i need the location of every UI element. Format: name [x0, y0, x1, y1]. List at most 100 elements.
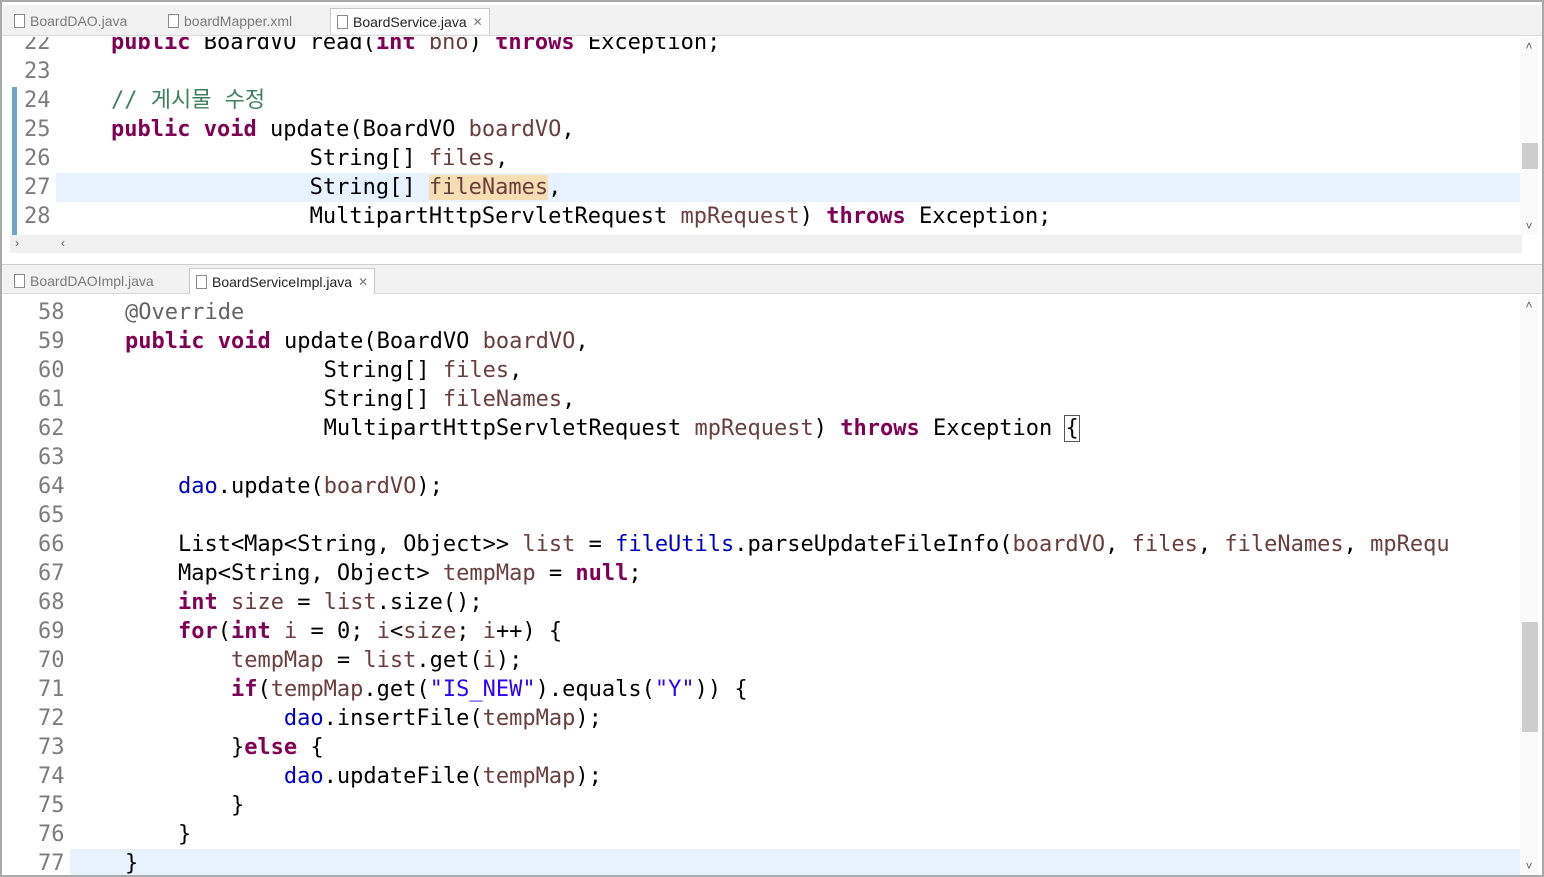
code-line[interactable]: 64 dao.update(boardVO);	[10, 472, 1522, 501]
code-text: MultipartHttpServletRequest mpRequest) t…	[58, 202, 1052, 231]
code-token: fileNames	[442, 387, 563, 412]
code-token: = 0;	[297, 619, 377, 644]
code-token: String[]	[58, 175, 429, 200]
code-text: String[] files,	[72, 356, 523, 385]
code-line[interactable]: 76 }	[10, 820, 1522, 849]
java-file-icon	[14, 14, 25, 28]
scroll-up-icon[interactable]: ˄	[1520, 298, 1538, 312]
code-line[interactable]: 74 dao.updateFile(tempMap);	[10, 762, 1522, 791]
code-line[interactable]: 77 }	[10, 849, 1522, 875]
code-line[interactable]: 68 int size = list.size();	[10, 588, 1522, 617]
code-line[interactable]: 58 @Override	[10, 298, 1522, 327]
line-number: 23	[24, 59, 51, 84]
code-text: int size = list.size();	[72, 588, 483, 617]
code-line[interactable]: 65	[10, 501, 1522, 530]
code-line[interactable]: 69 for(int i = 0; i<size; i++) {	[10, 617, 1522, 646]
top-horizontal-scrollbar[interactable]: ‹ ›	[10, 235, 1522, 253]
code-token: list	[363, 648, 417, 673]
line-number: 70	[38, 648, 65, 673]
close-icon[interactable]: ✕	[358, 275, 368, 289]
board-service-editor[interactable]: 22 public BoardVO read(int bno) throws E…	[10, 37, 1522, 235]
code-line[interactable]: 75 }	[10, 791, 1522, 820]
close-icon[interactable]: ✕	[473, 15, 483, 29]
scroll-thumb[interactable]	[1522, 143, 1538, 169]
code-line[interactable]: 25 public void update(BoardVO boardVO,	[10, 115, 1522, 144]
line-number: 24	[24, 88, 51, 113]
editor-tab[interactable]: BoardService.java ✕	[330, 8, 490, 34]
code-line[interactable]: 60 String[] files,	[10, 356, 1522, 385]
code-token: throws	[495, 37, 575, 55]
code-line[interactable]: 27 String[] fileNames,	[10, 173, 1522, 202]
code-line[interactable]: 67 Map<String, Object> tempMap = null;	[10, 559, 1522, 588]
code-token: MultipartHttpServletRequest	[72, 416, 695, 441]
scroll-up-icon[interactable]: ˄	[1520, 39, 1538, 53]
code-line[interactable]: 23	[10, 57, 1522, 86]
code-line[interactable]: 26 String[] files,	[10, 144, 1522, 173]
code-token: Exception	[919, 416, 1066, 441]
code-token: boardVO	[482, 329, 576, 354]
scroll-right-icon[interactable]: ›	[10, 236, 24, 250]
code-token: public	[110, 117, 191, 142]
code-line[interactable]: 24 // 게시물 수정	[10, 86, 1522, 115]
code-line[interactable]: 66 List<Map<String, Object>> list = file…	[10, 530, 1522, 559]
code-line[interactable]: 28 MultipartHttpServletRequest mpRequest…	[10, 202, 1522, 231]
code-line[interactable]: 59 public void update(BoardVO boardVO,	[10, 327, 1522, 356]
line-number: 73	[38, 735, 65, 760]
tab-label: BoardDAOImpl.java	[30, 273, 154, 289]
code-token: ;	[456, 619, 483, 644]
code-line[interactable]: 73 }else {	[10, 733, 1522, 762]
code-token: if	[230, 677, 258, 702]
top-vertical-scrollbar[interactable]: ˄ ˅	[1520, 37, 1538, 235]
scroll-thumb[interactable]	[1522, 622, 1538, 732]
code-text: for(int i = 0; i<size; i++) {	[72, 617, 562, 646]
code-text: // 게시물 수정	[58, 86, 265, 115]
code-line[interactable]: 62 MultipartHttpServletRequest mpRequest…	[10, 414, 1522, 443]
scroll-down-icon[interactable]: ˅	[1520, 859, 1538, 873]
code-token: dao	[283, 764, 324, 789]
code-token: bno	[428, 37, 469, 55]
line-number: 69	[38, 619, 65, 644]
code-line[interactable]: 70 tempMap = list.get(i);	[10, 646, 1522, 675]
code-text: }	[72, 849, 138, 875]
scroll-left-icon[interactable]: ‹	[56, 236, 70, 250]
editor-tab[interactable]: BoardServiceImpl.java ✕	[189, 268, 376, 294]
code-line[interactable]: 61 String[] fileNames,	[10, 385, 1522, 414]
code-token: "IS_NEW"	[429, 677, 536, 702]
code-token: )) {	[694, 677, 748, 702]
code-token: )	[799, 204, 827, 229]
editor-tab[interactable]: BoardDAOImpl.java	[8, 268, 160, 294]
code-token: int	[177, 590, 218, 615]
editor-tab[interactable]: BoardDAO.java	[8, 8, 133, 34]
scroll-down-icon[interactable]: ˅	[1520, 219, 1538, 233]
code-text: }	[72, 791, 244, 820]
code-token: tempMap	[270, 677, 364, 702]
code-token: {	[1064, 415, 1080, 442]
code-token: mpRequest	[694, 416, 814, 441]
code-token: // 게시물 수정	[110, 88, 266, 113]
code-token: );	[575, 706, 602, 731]
line-number: 68	[38, 590, 65, 615]
top-editor-tab-bar: BoardDAO.java boardMapper.xml BoardService…	[2, 5, 1542, 36]
line-number: 63	[38, 445, 65, 470]
code-token: ,	[1343, 532, 1371, 557]
code-line[interactable]: 22 public BoardVO read(int bno) throws E…	[10, 37, 1522, 57]
editor-tab[interactable]: boardMapper.xml	[162, 8, 298, 34]
code-token: );	[416, 474, 443, 499]
line-number: 65	[38, 503, 65, 528]
code-line[interactable]: 72 dao.insertFile(tempMap);	[10, 704, 1522, 733]
tab-label: BoardServiceImpl.java	[212, 273, 353, 290]
code-token: .get(	[363, 677, 430, 702]
bottom-vertical-scrollbar[interactable]: ˄ ˅	[1520, 296, 1538, 875]
code-line[interactable]: 63	[10, 443, 1522, 472]
code-text: String[] files,	[58, 144, 509, 173]
code-token: (	[257, 677, 271, 702]
board-service-impl-editor[interactable]: 58 @Override 59 public void update(BoardV…	[10, 296, 1522, 875]
line-number: 71	[38, 677, 65, 702]
code-token: else	[244, 735, 298, 760]
code-token: .update(	[217, 474, 324, 499]
code-token: ).equals(	[535, 677, 655, 702]
code-line[interactable]: 71 if(tempMap.get("IS_NEW").equals("Y"))…	[10, 675, 1522, 704]
code-token: files	[1131, 532, 1198, 557]
